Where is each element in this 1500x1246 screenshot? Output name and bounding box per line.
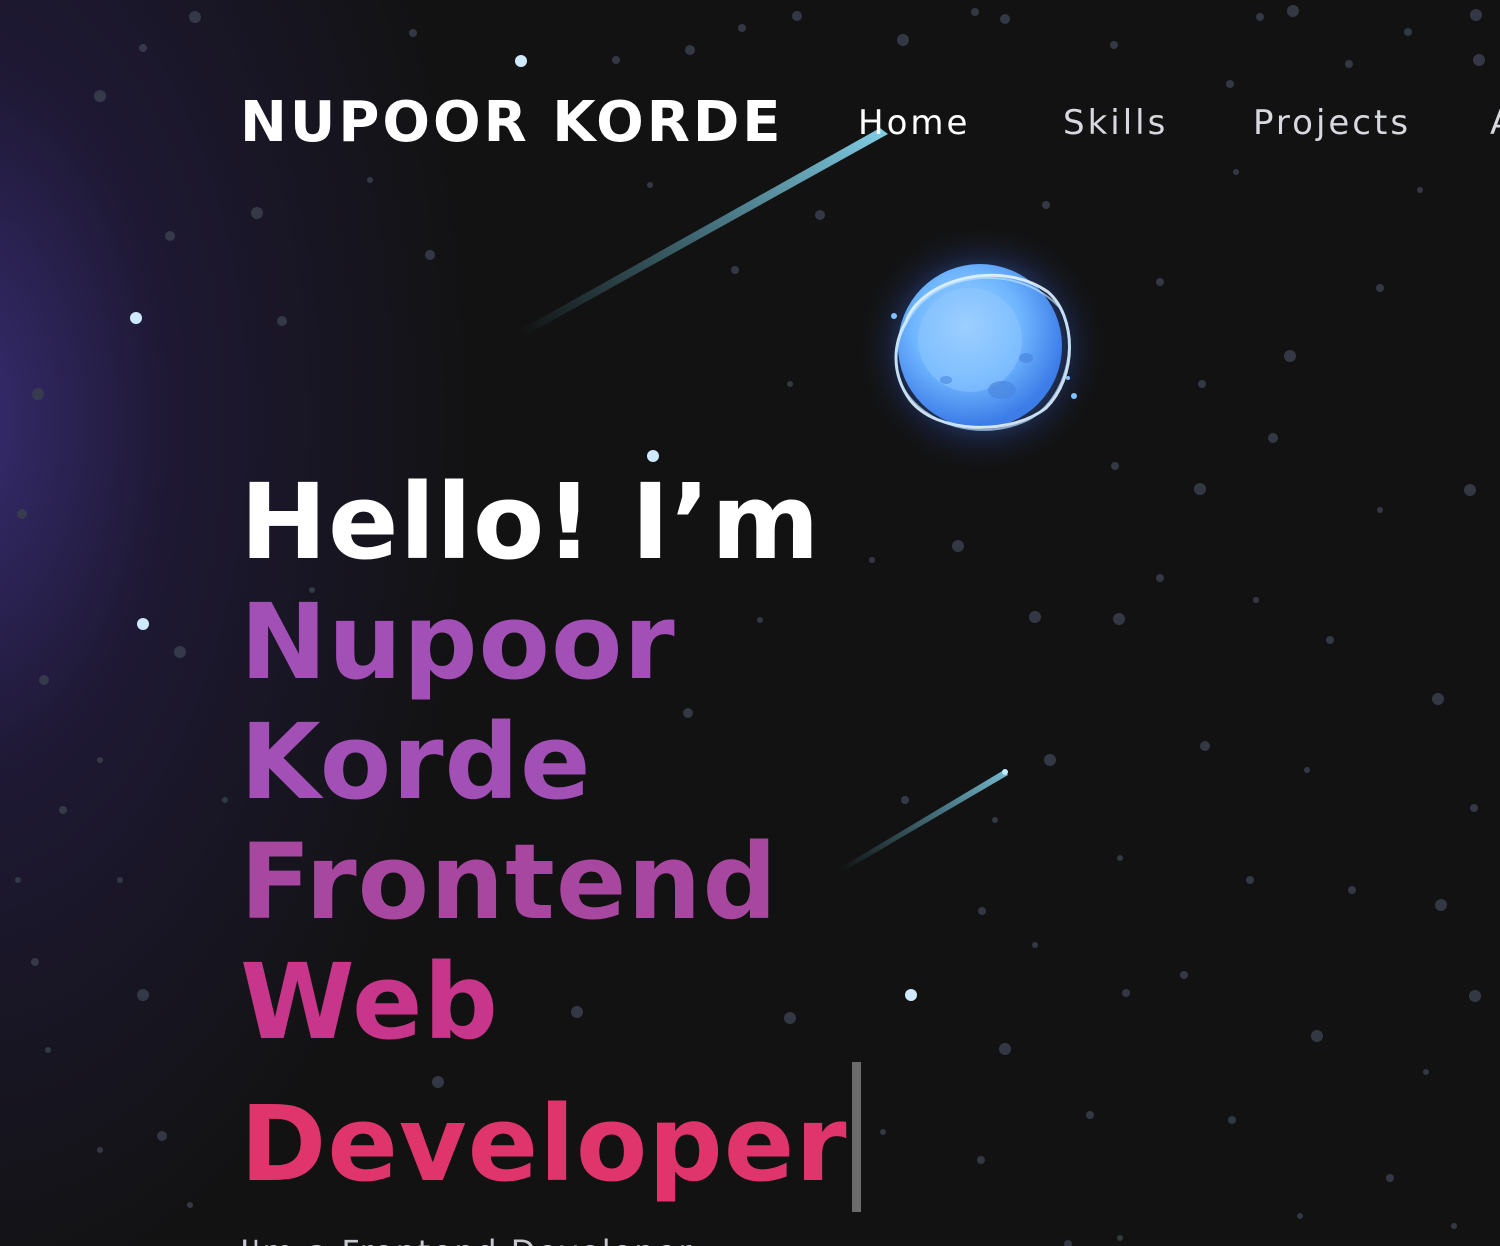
hero-heading: Hello! I’m Nupoor Korde Frontend Web Dev… <box>240 462 1140 1212</box>
site-logo[interactable]: NUPOOR KORDE <box>240 88 784 158</box>
top-navigation: NUPOOR KORDE Home Skills Projects A <box>0 0 1500 200</box>
text-caret <box>851 1062 861 1212</box>
hero-greeting: Hello! I’m <box>240 461 821 583</box>
nav-item-projects[interactable]: Projects <box>1253 100 1411 146</box>
portfolio-page: NUPOOR KORDE Home Skills Projects A <box>0 0 1500 1246</box>
nav-item-about[interactable]: A <box>1490 100 1500 146</box>
hero-typed-line: Korde <box>240 701 592 823</box>
hero-subtitle: I'm a Frontend Developer <box>240 1232 693 1246</box>
hero-typed-text: Developer <box>240 1083 848 1205</box>
hero-section: Hello! I’m Nupoor Korde Frontend Web Dev… <box>240 462 1140 1212</box>
hero-typed-line: Nupoor <box>240 581 676 703</box>
hero-typed-line-last: Developer <box>240 1062 1140 1212</box>
hero-typed-line: Web <box>240 941 499 1063</box>
planet-icon <box>854 230 1110 476</box>
hero-typed-line: Frontend <box>240 821 778 943</box>
nav-item-skills[interactable]: Skills <box>1063 100 1168 146</box>
nav-item-home[interactable]: Home <box>858 100 970 146</box>
